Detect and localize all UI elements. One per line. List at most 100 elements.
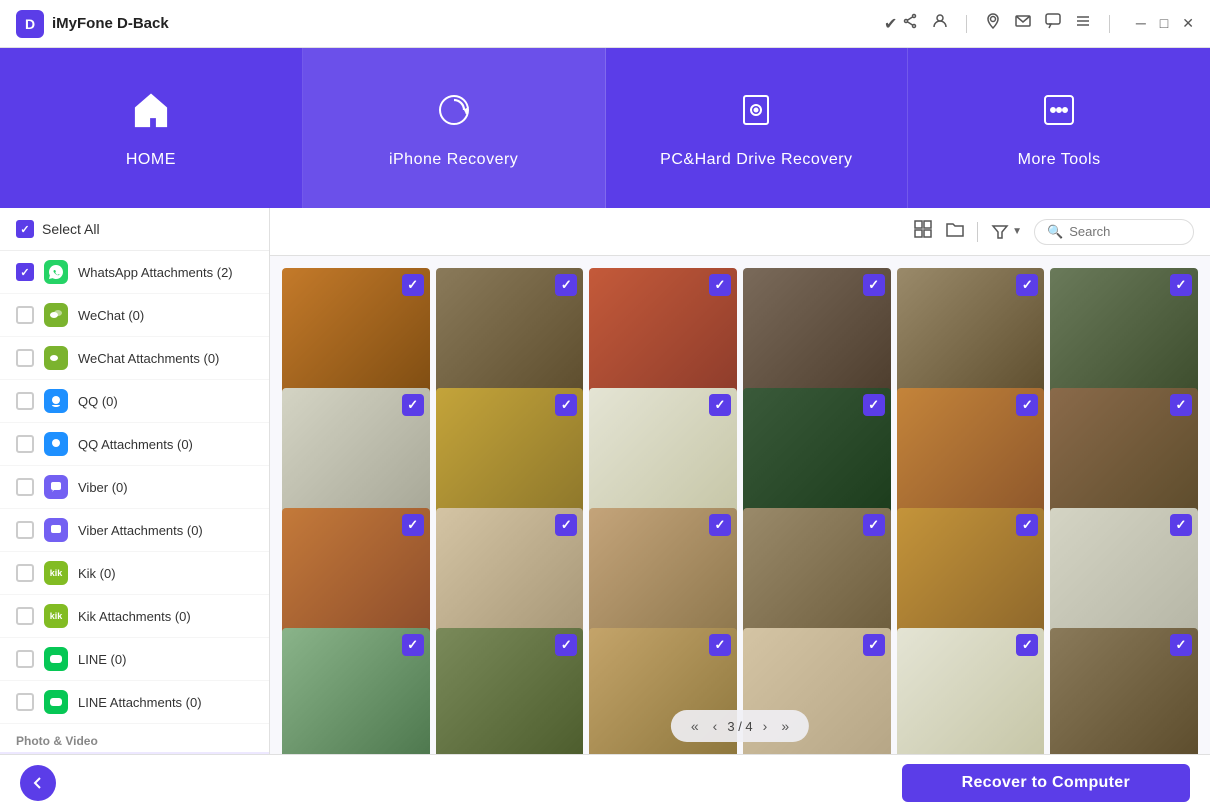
photo-check-11[interactable]: ✓ (1016, 394, 1038, 416)
nav-bar: HOME iPhone Recovery PC&Hard Drive Recov… (0, 48, 1210, 208)
search-input[interactable] (1069, 224, 1189, 239)
photo-check-22[interactable]: ✓ (863, 634, 885, 656)
kik-attachments-icon: kik (44, 604, 68, 628)
photo-check-12[interactable]: ✓ (1170, 394, 1192, 416)
photo-check-15[interactable]: ✓ (709, 514, 731, 536)
photo-check-9[interactable]: ✓ (709, 394, 731, 416)
sidebar: Select All WhatsApp Attachments (2) WeCh… (0, 208, 270, 754)
recover-button[interactable]: Recover to Computer (902, 764, 1190, 802)
toolbar-separator (977, 222, 978, 242)
photo-item-20[interactable]: ✓ (436, 628, 584, 754)
sidebar-cb-whatsapp[interactable] (16, 263, 34, 281)
photo-check-5[interactable]: ✓ (1016, 274, 1038, 296)
close-button[interactable]: ✕ (1182, 15, 1194, 32)
select-all-row[interactable]: Select All (0, 208, 269, 251)
sidebar-label-kik: Kik (0) (78, 566, 253, 581)
photo-check-4[interactable]: ✓ (863, 274, 885, 296)
first-page-button[interactable]: « (687, 716, 703, 736)
titlebar-icons: ✔︎ ─ □ ✕ (884, 13, 1194, 34)
nav-iphone-recovery[interactable]: iPhone Recovery (303, 48, 606, 208)
sidebar-cb-qq[interactable] (16, 392, 34, 410)
chat-icon[interactable] (1045, 13, 1061, 34)
location-icon[interactable] (985, 13, 1001, 34)
prev-page-button[interactable]: ‹ (709, 716, 722, 736)
sidebar-item-whatsapp-attachments[interactable]: WhatsApp Attachments (2) (0, 251, 269, 294)
sidebar-item-kik[interactable]: kik Kik (0) (0, 552, 269, 595)
sidebar-cb-wechat[interactable] (16, 306, 34, 324)
sidebar-item-line[interactable]: LINE (0) (0, 638, 269, 681)
kik-icon: kik (44, 561, 68, 585)
next-page-button[interactable]: › (759, 716, 772, 736)
sidebar-cb-viber[interactable] (16, 478, 34, 496)
sidebar-cb-kik[interactable] (16, 564, 34, 582)
nav-home[interactable]: HOME (0, 48, 303, 208)
grid-view-icon[interactable] (913, 219, 933, 244)
maximize-button[interactable]: □ (1160, 15, 1168, 32)
photo-check-20[interactable]: ✓ (555, 634, 577, 656)
folder-view-icon[interactable] (945, 219, 965, 244)
sidebar-list: WhatsApp Attachments (2) WeChat (0) WeCh… (0, 251, 269, 754)
photo-check-6[interactable]: ✓ (1170, 274, 1192, 296)
photo-check-24[interactable]: ✓ (1170, 634, 1192, 656)
page-info: 3 / 4 (727, 719, 752, 734)
photo-item-23[interactable]: ✓ (897, 628, 1045, 754)
photo-check-2[interactable]: ✓ (555, 274, 577, 296)
sidebar-cb-qq-attachments[interactable] (16, 435, 34, 453)
photo-item-24[interactable]: ✓ (1050, 628, 1198, 754)
photo-check-16[interactable]: ✓ (863, 514, 885, 536)
nav-more-tools[interactable]: More Tools (908, 48, 1210, 208)
section-photo-video: Photo & Video (0, 724, 269, 752)
back-button[interactable] (20, 765, 56, 801)
photo-check-3[interactable]: ✓ (709, 274, 731, 296)
sidebar-label-qq-attachments: QQ Attachments (0) (78, 437, 253, 452)
photo-check-21[interactable]: ✓ (709, 634, 731, 656)
select-all-checkbox[interactable] (16, 220, 34, 238)
photo-check-13[interactable]: ✓ (402, 514, 424, 536)
filter-icon[interactable]: ▼ (990, 222, 1022, 242)
photo-check-17[interactable]: ✓ (1016, 514, 1038, 536)
nav-iphone-recovery-label: iPhone Recovery (389, 151, 518, 169)
sidebar-label-qq: QQ (0) (78, 394, 253, 409)
iphone-recovery-icon (432, 88, 476, 141)
sidebar-item-wechat[interactable]: WeChat (0) (0, 294, 269, 337)
photo-check-10[interactable]: ✓ (863, 394, 885, 416)
user-icon[interactable] (932, 13, 948, 34)
sidebar-cb-line-attachments[interactable] (16, 693, 34, 711)
qq-icon (44, 389, 68, 413)
menu-icon[interactable] (1075, 13, 1091, 34)
photo-check-1[interactable]: ✓ (402, 274, 424, 296)
search-box[interactable]: 🔍 (1034, 219, 1194, 245)
photo-check-18[interactable]: ✓ (1170, 514, 1192, 536)
last-page-button[interactable]: » (777, 716, 793, 736)
filter-dropdown-arrow: ▼ (1012, 226, 1022, 237)
nav-home-label: HOME (126, 151, 176, 169)
bottom-bar: Recover to Computer (0, 754, 1210, 810)
sidebar-item-viber[interactable]: Viber (0) (0, 466, 269, 509)
sidebar-item-line-attachments[interactable]: LINE Attachments (0) (0, 681, 269, 724)
photo-check-8[interactable]: ✓ (555, 394, 577, 416)
sidebar-item-viber-attachments[interactable]: Viber Attachments (0) (0, 509, 269, 552)
nav-pc-recovery-label: PC&Hard Drive Recovery (660, 151, 852, 169)
sidebar-cb-viber-attachments[interactable] (16, 521, 34, 539)
sidebar-item-photos[interactable]: Photos (83) (0, 752, 269, 754)
sidebar-item-qq[interactable]: QQ (0) (0, 380, 269, 423)
photo-check-23[interactable]: ✓ (1016, 634, 1038, 656)
sidebar-cb-kik-attachments[interactable] (16, 607, 34, 625)
sidebar-cb-line[interactable] (16, 650, 34, 668)
nav-more-tools-label: More Tools (1018, 151, 1101, 169)
photo-check-7[interactable]: ✓ (402, 394, 424, 416)
more-tools-icon (1037, 88, 1081, 141)
minimize-button[interactable]: ─ (1136, 15, 1146, 32)
photo-check-19[interactable]: ✓ (402, 634, 424, 656)
sidebar-item-wechat-attachments[interactable]: WeChat Attachments (0) (0, 337, 269, 380)
photo-check-14[interactable]: ✓ (555, 514, 577, 536)
sidebar-item-qq-attachments[interactable]: QQ Attachments (0) (0, 423, 269, 466)
sidebar-cb-wechat-attachments[interactable] (16, 349, 34, 367)
photo-item-19[interactable]: ✓ (282, 628, 430, 754)
mail-icon[interactable] (1015, 13, 1031, 34)
nav-pc-recovery[interactable]: PC&Hard Drive Recovery (606, 48, 909, 208)
photo-grid-container: ✓ ✓ ✓ ✓ ✓ ✓ ✓ ✓ ✓ ✓ ✓ ✓ ✓ ✓ ✓ ✓ ✓ ✓ ✓ ✓ ✓ ✓ ✓ ✓ « ‹ 3 / 4 › » (270, 256, 1210, 754)
sidebar-item-kik-attachments[interactable]: kik Kik Attachments (0) (0, 595, 269, 638)
right-panel: ▼ 🔍 ✓ ✓ ✓ ✓ ✓ ✓ ✓ ✓ ✓ ✓ ✓ ✓ ✓ ✓ ✓ ✓ ✓ ✓ ✓ ✓ ✓ ✓ ✓ ✓ « ‹ 3 / 4 ›… (270, 208, 1210, 754)
share-icon[interactable]: ✔︎ (884, 13, 918, 34)
